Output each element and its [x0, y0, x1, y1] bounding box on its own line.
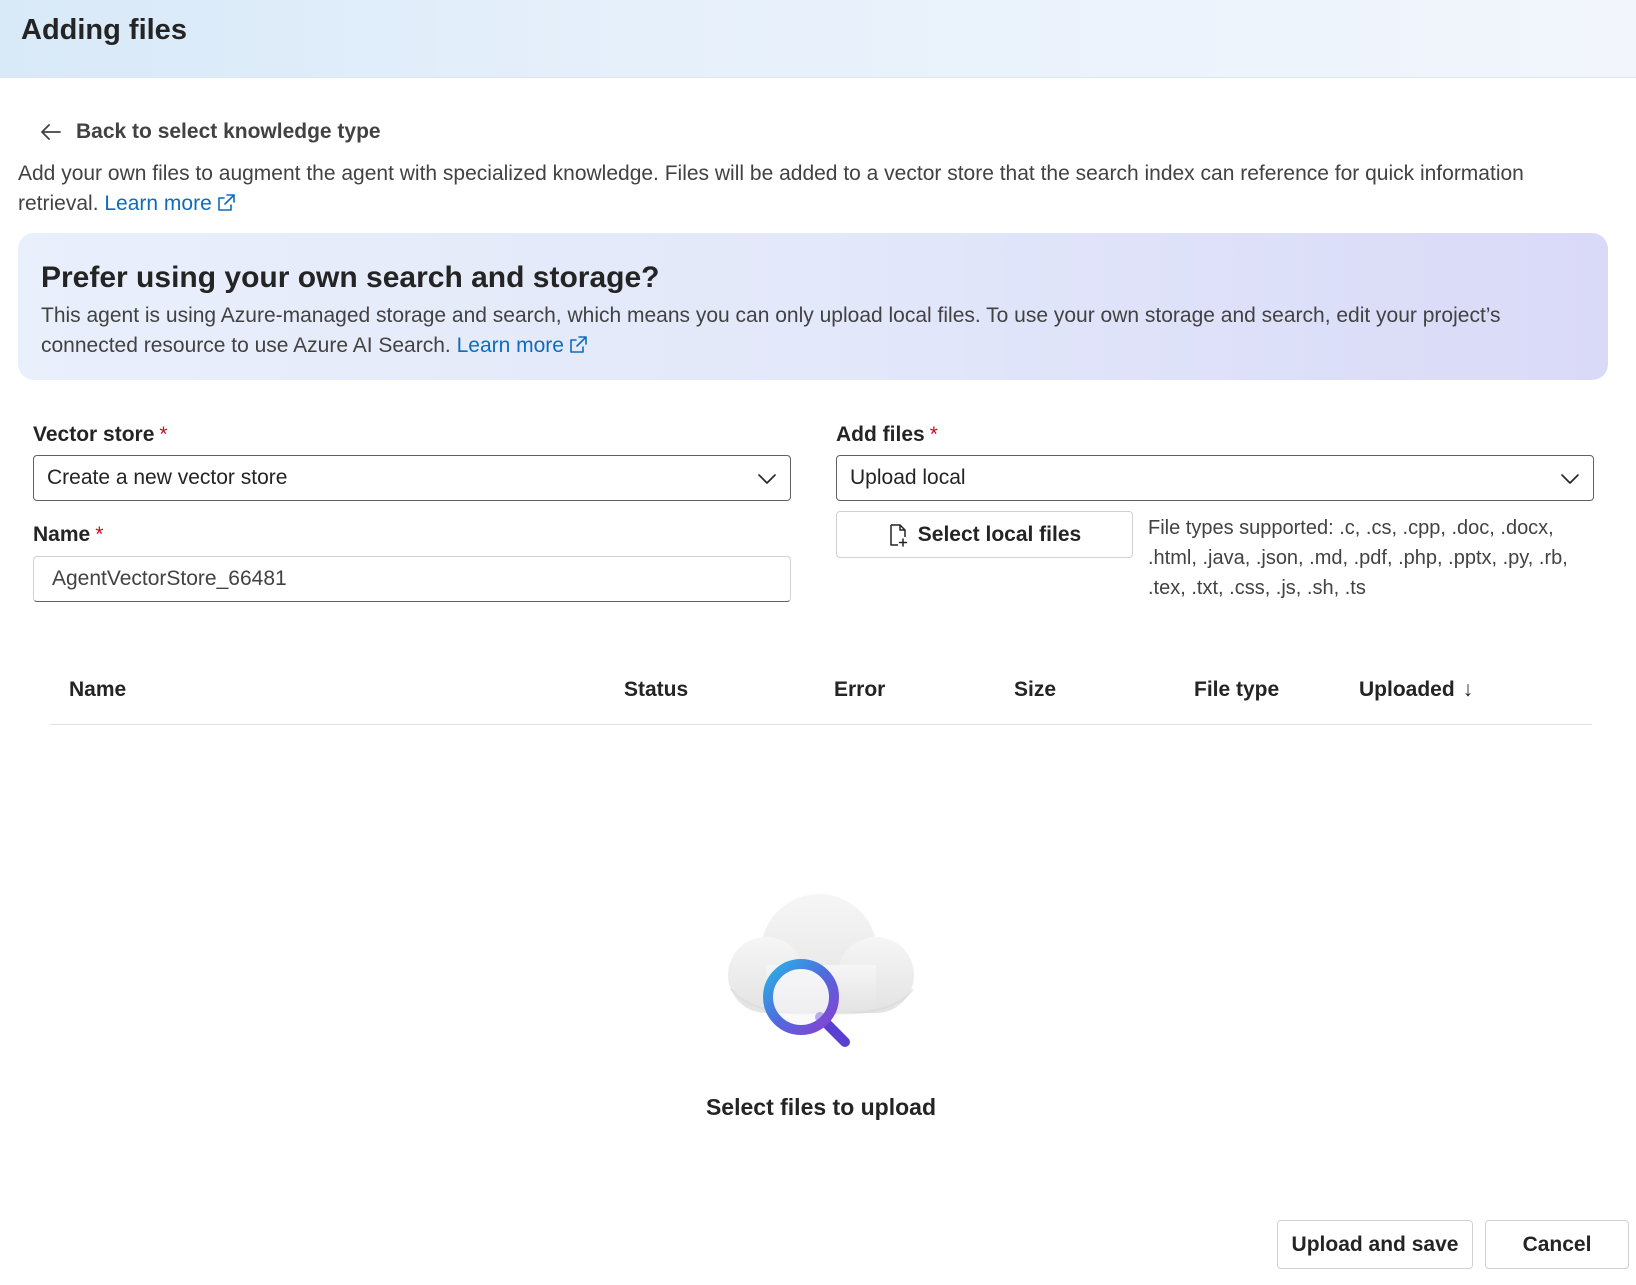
vector-store-selected: Create a new vector store: [47, 466, 288, 489]
supported-file-types: File types supported: .c, .cs, .cpp, .do…: [1148, 517, 1568, 599]
required-mark: *: [929, 423, 938, 446]
cloud-search-icon: [728, 894, 914, 1047]
column-header-file-type[interactable]: File type: [1194, 678, 1279, 702]
cancel-button[interactable]: Cancel: [1485, 1220, 1629, 1269]
document-add-icon: [890, 523, 908, 547]
intro-text: Add your own files to augment the agent …: [18, 162, 1524, 215]
banner-learn-more-label: Learn more: [456, 334, 564, 357]
arrow-left-icon: [41, 124, 61, 140]
column-header-name[interactable]: Name: [69, 678, 126, 702]
add-files-selected: Upload local: [850, 466, 966, 489]
dialog-header: Adding files: [0, 0, 1636, 78]
required-mark: *: [95, 523, 104, 546]
select-local-files-label: Select local files: [917, 522, 1082, 546]
own-storage-banner: Prefer using your own search and storage…: [18, 233, 1608, 380]
column-header-size[interactable]: Size: [1014, 678, 1056, 702]
back-to-knowledge-type-link[interactable]: Back to select knowledge type: [40, 120, 381, 144]
sort-descending-icon: ↓: [1462, 678, 1474, 701]
column-header-status[interactable]: Status: [624, 678, 688, 702]
vector-store-dropdown[interactable]: Create a new vector store: [33, 455, 791, 501]
name-label-text: Name: [33, 523, 91, 546]
external-link-icon: [217, 194, 235, 211]
external-link-icon: [570, 336, 587, 353]
upload-and-save-button[interactable]: Upload and save: [1277, 1220, 1473, 1269]
column-header-error[interactable]: Error: [834, 678, 885, 702]
vector-store-name-input[interactable]: AgentVectorStore_66481: [33, 556, 791, 602]
chevron-down-icon: [758, 474, 776, 484]
vector-store-label-text: Vector store: [33, 423, 155, 446]
uploaded-header-label: Uploaded: [1359, 678, 1455, 701]
intro-learn-more-link[interactable]: Learn more: [104, 192, 235, 215]
add-files-dropdown[interactable]: Upload local: [836, 455, 1594, 501]
vector-store-label: Vector store *: [33, 423, 168, 447]
banner-learn-more-link[interactable]: Learn more: [457, 334, 588, 357]
required-mark: *: [159, 423, 168, 446]
banner-title: Prefer using your own search and storage…: [41, 261, 660, 294]
name-label: Name *: [33, 523, 103, 547]
add-files-label: Add files *: [836, 423, 938, 447]
intro-description: Add your own files to augment the agent …: [18, 159, 1578, 219]
banner-text: This agent is using Azure-managed storag…: [41, 301, 1601, 361]
column-header-uploaded[interactable]: Uploaded ↓: [1359, 678, 1473, 702]
back-link-label: Back to select knowledge type: [76, 120, 381, 143]
dialog-title: Adding files: [21, 14, 187, 46]
files-table-header: Name Status Error Size File type Uploade…: [50, 672, 1592, 725]
chevron-down-icon: [1561, 474, 1579, 484]
banner-body: This agent is using Azure-managed storag…: [41, 304, 1501, 357]
add-files-label-text: Add files: [836, 423, 925, 446]
intro-learn-more-label: Learn more: [104, 192, 212, 215]
empty-state-message: Select files to upload: [705, 1094, 937, 1120]
select-local-files-button[interactable]: Select local files: [836, 511, 1133, 558]
name-input-value: AgentVectorStore_66481: [52, 567, 287, 590]
